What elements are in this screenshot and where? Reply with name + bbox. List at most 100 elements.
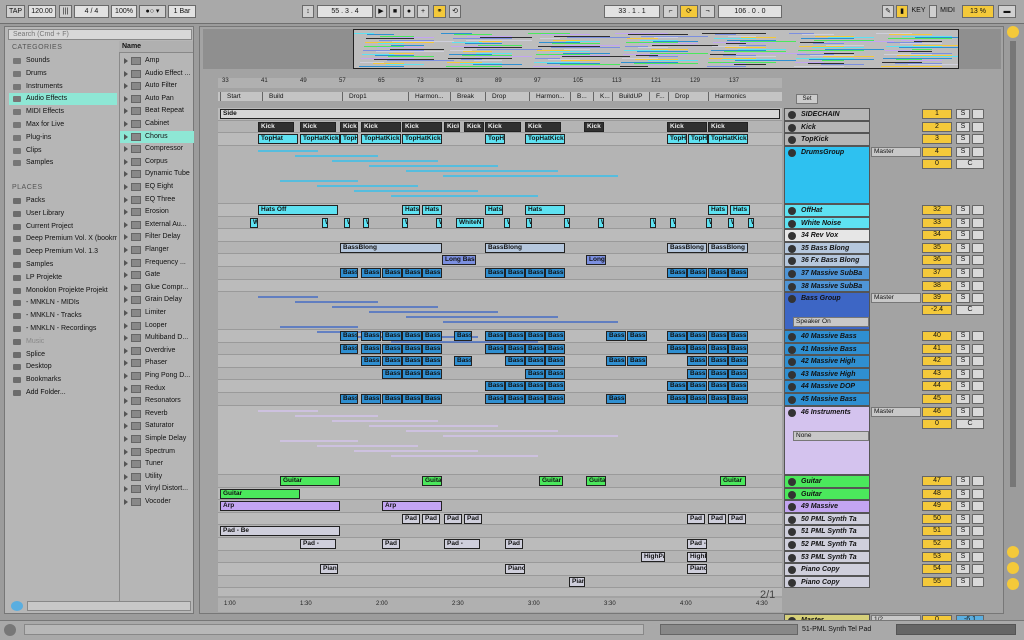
clip[interactable]: WhiteN xyxy=(706,217,712,228)
track-number-badge[interactable]: 49 xyxy=(922,501,952,512)
effect-item[interactable]: Redux xyxy=(120,383,194,396)
locator-7[interactable]: B... xyxy=(570,92,593,101)
track-activator-icon[interactable] xyxy=(788,566,796,575)
browser-toggle-icon[interactable] xyxy=(4,624,16,636)
arm-button[interactable] xyxy=(972,217,984,228)
volume-field[interactable]: -2.4 xyxy=(922,305,952,316)
effect-item[interactable]: Beat Repeat xyxy=(120,105,194,118)
stop-icon[interactable]: ■ xyxy=(389,5,401,18)
clip[interactable]: Bass xyxy=(728,394,748,404)
clip[interactable]: Bass xyxy=(545,268,565,278)
clip[interactable]: Bass xyxy=(687,368,707,379)
key-map-label[interactable]: KEY xyxy=(909,5,928,18)
place-item[interactable]: User Library xyxy=(9,208,117,220)
clip[interactable]: Kick xyxy=(340,121,358,132)
effect-item[interactable]: Overdrive xyxy=(120,345,194,358)
solo-button[interactable]: S xyxy=(956,564,970,575)
track-number-badge[interactable]: 43 xyxy=(922,368,952,379)
pan-field[interactable]: C xyxy=(956,305,984,316)
clip[interactable]: Bass xyxy=(402,343,422,354)
clip[interactable]: TopHatKick xyxy=(361,134,401,145)
punch-out-icon[interactable]: ¬ xyxy=(700,5,715,18)
clip[interactable]: BassBlong xyxy=(708,242,748,253)
arm-button[interactable] xyxy=(972,564,984,575)
clip[interactable]: Piano xyxy=(687,564,707,575)
track-name-header[interactable]: 44 Massive DOP xyxy=(784,380,870,393)
pan-field[interactable]: C xyxy=(956,158,984,169)
clip[interactable]: Bass xyxy=(402,331,422,341)
locator-4[interactable]: Break xyxy=(450,92,485,101)
place-item[interactable]: LP Projekte xyxy=(9,272,117,284)
track-lanes[interactable]: Side Kick Kick Kick Kick Kick Kick Kick Kick Kick… xyxy=(218,108,782,596)
clip[interactable]: WhiteN xyxy=(728,217,734,228)
place-item[interactable]: - MNKLN - MIDIs xyxy=(9,297,117,309)
clip[interactable]: Bass xyxy=(382,356,402,367)
place-item[interactable]: Current Project xyxy=(9,221,117,233)
place-item[interactable]: - MNKLN - Recordings xyxy=(9,323,117,335)
io-toggle-icon[interactable] xyxy=(1007,546,1019,558)
track-name-header[interactable]: SIDECHAIN xyxy=(784,108,870,121)
clip[interactable]: Pian xyxy=(569,576,585,587)
track-lane[interactable] xyxy=(218,575,782,589)
clip[interactable]: Kick xyxy=(525,121,561,132)
track-lane[interactable] xyxy=(218,254,782,267)
clip[interactable]: Bass xyxy=(454,331,472,341)
quantize-dropdown[interactable]: 1 Bar xyxy=(168,5,196,18)
track-activator-icon[interactable] xyxy=(788,370,796,379)
expand-arrow-icon[interactable] xyxy=(124,284,128,291)
expand-arrow-icon[interactable] xyxy=(124,310,128,316)
follow-icon[interactable]: ↕ xyxy=(302,5,314,18)
clip[interactable]: Hats xyxy=(422,205,442,215)
solo-button[interactable]: S xyxy=(956,394,970,404)
arm-button[interactable] xyxy=(972,242,984,253)
expand-arrow-icon[interactable] xyxy=(124,133,128,140)
arm-button[interactable] xyxy=(972,513,984,524)
key-map-icon[interactable]: ▮ xyxy=(896,5,908,18)
clip[interactable]: TopHatKick xyxy=(402,134,442,145)
locator-1[interactable]: Build xyxy=(262,92,342,101)
clip[interactable]: Bass xyxy=(505,394,525,404)
clip[interactable]: Bass xyxy=(708,394,728,404)
solo-button[interactable]: S xyxy=(956,476,970,486)
clip[interactable]: Hats xyxy=(525,205,565,215)
clip[interactable]: Pad - xyxy=(464,513,482,524)
pan-field[interactable]: C xyxy=(956,418,984,429)
clip[interactable]: Guitar xyxy=(720,476,746,486)
track-lane[interactable] xyxy=(218,487,782,501)
effect-item[interactable]: Frequency ... xyxy=(120,257,194,270)
track-activator-icon[interactable] xyxy=(788,345,796,354)
clip[interactable]: Bass xyxy=(525,394,545,404)
effect-item[interactable]: Multiband D... xyxy=(120,332,194,345)
track-activator-icon[interactable] xyxy=(788,207,796,215)
clip[interactable]: Pad - xyxy=(402,513,420,524)
song-position-field[interactable]: 55 . 3 . 4 xyxy=(317,5,373,18)
volume-field[interactable]: 0 xyxy=(922,158,952,169)
clip[interactable]: Kick xyxy=(361,121,401,132)
metronome-icon[interactable]: ●○ ▾ xyxy=(139,5,166,18)
expand-arrow-icon[interactable] xyxy=(124,221,128,228)
arm-button[interactable] xyxy=(972,293,984,304)
clip[interactable]: WhiteN xyxy=(670,217,676,228)
clip[interactable]: Guitar xyxy=(539,476,563,486)
track-name-header[interactable]: White Noise xyxy=(784,216,870,230)
locator-11[interactable]: Drop xyxy=(668,92,708,101)
track-activator-icon[interactable] xyxy=(788,408,796,417)
clip[interactable]: Bass xyxy=(525,268,545,278)
tap-tempo-button[interactable]: TAP xyxy=(6,5,25,18)
arm-button[interactable] xyxy=(972,576,984,587)
clip[interactable]: Bass xyxy=(485,331,505,341)
expand-arrow-icon[interactable] xyxy=(124,184,128,190)
track-activator-icon[interactable] xyxy=(788,578,796,587)
track-name-header[interactable]: 43 Massive High xyxy=(784,367,870,381)
clip[interactable]: Bass xyxy=(361,343,381,354)
clip[interactable]: TopHatKick xyxy=(708,134,748,145)
track-activator-icon[interactable] xyxy=(788,383,796,392)
track-number-badge[interactable]: 2 xyxy=(922,121,952,132)
track-number-badge[interactable]: 40 xyxy=(922,331,952,341)
arm-button[interactable] xyxy=(972,343,984,354)
solo-button[interactable]: S xyxy=(956,109,970,119)
browser-search-input[interactable]: Search (Cmd + F) xyxy=(8,29,192,40)
clip[interactable]: TopHatKick xyxy=(340,134,358,145)
clip[interactable]: Bass xyxy=(485,381,505,392)
clip[interactable]: Bass xyxy=(728,343,748,354)
